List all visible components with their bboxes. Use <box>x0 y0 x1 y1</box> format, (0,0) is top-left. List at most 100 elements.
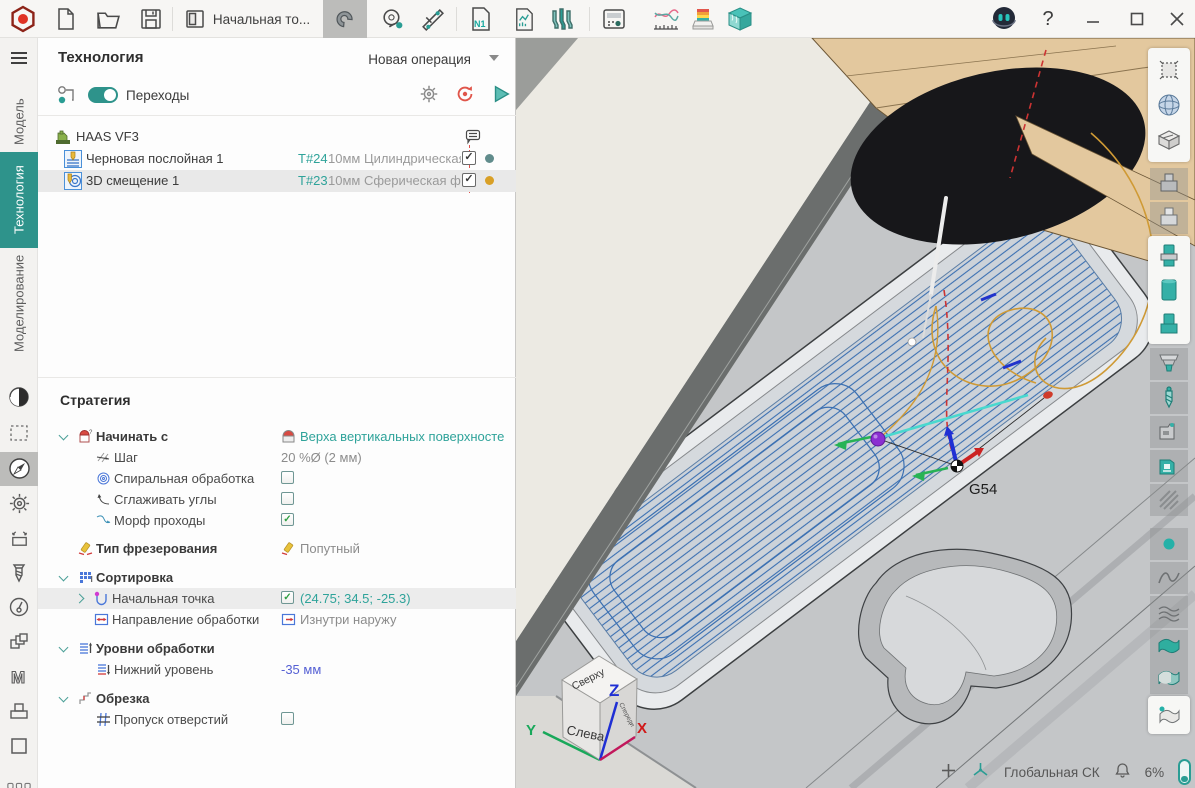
globe-view-button[interactable] <box>1150 89 1188 121</box>
close-button[interactable] <box>1160 0 1194 38</box>
status-bar: Глобальная СК 6% <box>940 758 1191 786</box>
strategy-row-morph[interactable]: Морф проходы ✓ <box>38 510 516 531</box>
save-button[interactable] <box>133 0 169 38</box>
strategy-row-step[interactable]: Шаг 20 %Ø (2 мм) <box>38 447 516 468</box>
tab-model[interactable]: Модель <box>0 90 38 154</box>
transitions-graph-icon[interactable] <box>56 84 78 106</box>
operation-checkbox[interactable]: ✓ <box>462 151 476 165</box>
compass-icon[interactable] <box>7 456 31 480</box>
assistant-robot-button[interactable] <box>986 0 1022 38</box>
strategy-row-smooth-corners[interactable]: Сглаживать углы <box>38 489 516 510</box>
row-checkbox[interactable] <box>281 471 294 484</box>
strategy-row-lower-level[interactable]: Нижний уровень -35 мм <box>38 659 516 680</box>
operation-checkbox[interactable]: ✓ <box>462 173 476 187</box>
operation-row-offset[interactable]: 3D смещение 1 T#23 10мм Сферическая фр ✓ <box>38 170 516 192</box>
surface-mixed-button[interactable] <box>1150 662 1188 694</box>
tab-technology[interactable]: Технология <box>0 152 38 248</box>
tool-holder-button[interactable] <box>1150 240 1188 272</box>
layers-squares-icon[interactable] <box>7 630 31 654</box>
strategy-row-spiral[interactable]: Спиральная обработка <box>38 468 516 489</box>
chevron-down-icon[interactable] <box>59 693 69 703</box>
drill-bit-button[interactable] <box>1150 382 1188 414</box>
chevron-down-icon[interactable] <box>59 643 69 653</box>
magnet-snap-button[interactable] <box>323 0 367 38</box>
strategy-row-levels[interactable]: Уровни обработки <box>38 638 516 659</box>
new-document-button[interactable] <box>48 0 84 38</box>
add-button[interactable] <box>940 762 957 782</box>
hamburger-menu-button[interactable] <box>7 46 31 70</box>
simulation-cube-button[interactable] <box>720 0 760 38</box>
tool-cylinder-button[interactable] <box>1150 274 1188 306</box>
start-doc-button[interactable]: Начальная то... <box>178 0 316 38</box>
curve-button[interactable] <box>1150 562 1188 594</box>
surface-flag-button[interactable] <box>1150 699 1188 731</box>
top-toolbar: Начальная то... N1 ? <box>0 0 1195 38</box>
tools-library-button[interactable] <box>544 0 584 38</box>
report-button[interactable] <box>505 0 541 38</box>
nc-program-button[interactable]: N1 <box>462 0 498 38</box>
waves-outline-button[interactable] <box>1150 596 1188 628</box>
strategy-row-start-point[interactable]: Начальная точка ✓ (24.75; 34.5; -25.3) <box>38 588 516 609</box>
square-icon[interactable] <box>7 734 31 758</box>
gear-icon[interactable] <box>7 491 31 515</box>
contrast-icon[interactable] <box>7 385 31 409</box>
hatch-button[interactable] <box>1150 484 1188 516</box>
chevron-down-icon[interactable] <box>59 572 69 582</box>
coordinate-system-icon[interactable] <box>971 761 990 783</box>
battery-fill <box>1181 776 1188 782</box>
strategy-row-sorting[interactable]: Сортировка <box>38 567 516 588</box>
help-button[interactable]: ? <box>1033 0 1063 38</box>
press-icon[interactable] <box>7 699 31 723</box>
graph-button[interactable] <box>646 0 686 38</box>
strategy-row-start-from[interactable]: ? Начинать с Верха вертикальных поверхно… <box>38 426 516 447</box>
stepped-cone-button[interactable] <box>1150 348 1188 380</box>
minimize-button[interactable] <box>1076 0 1110 38</box>
row-checkbox[interactable]: ✓ <box>281 513 294 526</box>
simulate-play-button[interactable] <box>490 83 512 110</box>
strategy-row-trim[interactable]: Обрезка <box>38 688 516 709</box>
point-button[interactable] <box>1150 528 1188 560</box>
fit-view-button[interactable] <box>1150 54 1188 86</box>
more-dots-icon[interactable] <box>7 774 31 788</box>
row-checkbox[interactable] <box>281 492 294 505</box>
machine-gray-button[interactable] <box>1150 416 1188 448</box>
gauge-icon[interactable] <box>7 595 31 619</box>
new-operation-button[interactable]: Новая операция <box>368 52 471 67</box>
strategy-row-skip-holes[interactable]: Пропуск отверстий <box>38 709 516 730</box>
tool-small-button[interactable] <box>1150 308 1188 340</box>
drill-icon[interactable] <box>7 561 31 585</box>
row-checkbox[interactable]: ✓ <box>281 591 294 604</box>
strategy-row-mill-type[interactable]: Тип фрезерования Попутный <box>38 538 516 559</box>
chevron-down-icon[interactable] <box>59 431 69 441</box>
tab-modeling[interactable]: Моделирование <box>0 250 38 356</box>
operation-row-roughing[interactable]: Черновая послойная 1 T#24 10мм Цилиндрич… <box>38 148 516 170</box>
operation-settings-button[interactable] <box>418 83 440 110</box>
surface-teal-button[interactable] <box>1150 630 1188 662</box>
row-label: Обрезка <box>96 691 150 706</box>
open-folder-button[interactable] <box>90 0 126 38</box>
material-stack-button[interactable] <box>684 0 722 38</box>
calculator-button[interactable] <box>595 0 633 38</box>
row-checkbox[interactable] <box>281 712 294 725</box>
stock-light-button[interactable] <box>1150 202 1188 234</box>
coordinate-system-label[interactable]: Глобальная СК <box>1004 765 1100 780</box>
maximize-button[interactable] <box>1120 0 1154 38</box>
transitions-toggle[interactable] <box>88 87 118 103</box>
recalculate-button[interactable] <box>454 83 476 110</box>
bell-icon[interactable] <box>1114 762 1131 782</box>
machine-tree-row[interactable]: HAAS VF3 <box>38 126 516 148</box>
m-code-icon[interactable]: M <box>7 665 31 689</box>
selection-rect-icon[interactable] <box>7 421 31 445</box>
stock-gray-button[interactable] <box>1150 168 1188 200</box>
strategy-row-direction[interactable]: Направление обработки Изнутри наружу <box>38 609 516 630</box>
measure-button[interactable] <box>374 0 410 38</box>
transform-box-icon[interactable] <box>7 526 31 550</box>
machine-teal-button[interactable] <box>1150 450 1188 482</box>
chevron-down-icon[interactable] <box>489 55 499 61</box>
caliper-button[interactable] <box>412 0 452 38</box>
chevron-right-icon[interactable] <box>75 594 85 604</box>
viewport-3d[interactable]: G54 Сверху Слева Спереди Y Z X <box>516 38 1195 788</box>
notes-icon[interactable] <box>464 127 482 150</box>
axis-y-label: Y <box>526 722 536 739</box>
box-view-button[interactable] <box>1150 124 1188 156</box>
